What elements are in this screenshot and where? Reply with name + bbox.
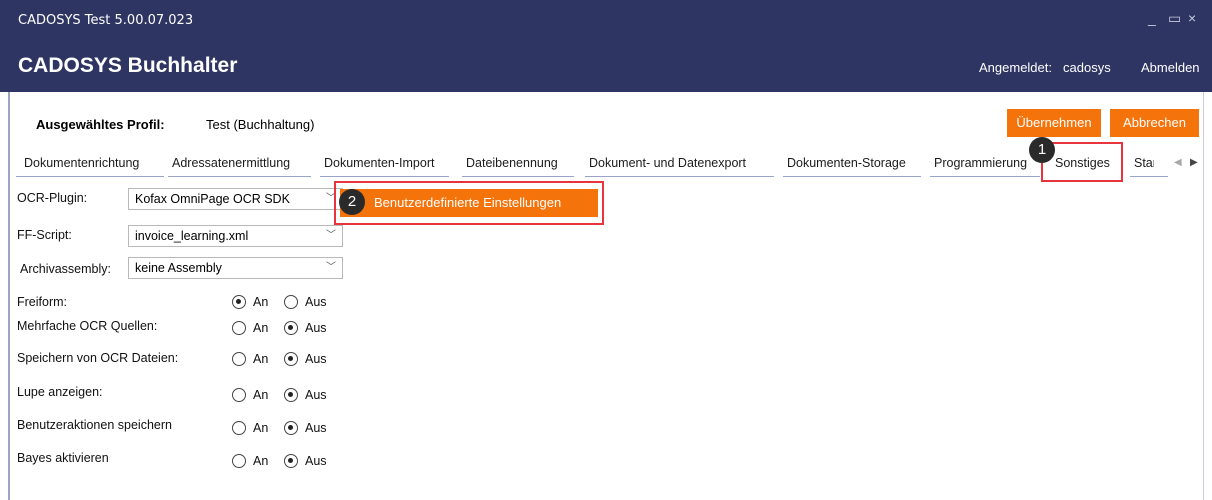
tab-underline: [462, 176, 574, 177]
radio-an[interactable]: [232, 352, 246, 366]
ff-script-label: FF-Script:: [17, 228, 72, 242]
option-label: Freiform:: [17, 295, 67, 309]
tab-adressatenermittlung[interactable]: Adressatenermittlung: [172, 156, 290, 170]
tab-programmierung[interactable]: Programmierung: [934, 156, 1027, 170]
radio-aus[interactable]: [284, 454, 298, 468]
tab-underline: [783, 176, 921, 177]
radio-aus[interactable]: [284, 388, 298, 402]
radio-aus-label: Aus: [305, 454, 327, 468]
window-titlebar: CADOSYS Test 5.00.07.023 _ ▭ ×: [0, 0, 1212, 42]
chevron-right-icon[interactable]: ▶: [1190, 157, 1198, 168]
frame-right-border: [1203, 92, 1204, 500]
custom-settings-button[interactable]: Benutzerdefinierte Einstellungen: [340, 189, 598, 217]
radio-aus-label: Aus: [305, 388, 327, 402]
tab-dateibenennung[interactable]: Dateibenennung: [466, 156, 558, 170]
option-label: Mehrfache OCR Quellen:: [17, 319, 158, 333]
tab-underline: [320, 176, 449, 177]
radio-an[interactable]: [232, 295, 246, 309]
logged-in-user: cadosys: [1063, 60, 1111, 75]
radio-aus-label: Aus: [305, 421, 327, 435]
chevron-left-icon[interactable]: ◀: [1174, 157, 1182, 168]
option-label: Bayes aktivieren: [17, 451, 109, 465]
apply-button[interactable]: Übernehmen: [1007, 109, 1101, 137]
tab-partial[interactable]: Star: [1134, 156, 1154, 170]
tab-underline: [16, 176, 164, 177]
radio-an[interactable]: [232, 421, 246, 435]
custom-settings-highlight: Benutzerdefinierte Einstellungen: [334, 181, 604, 225]
tab-underline: [168, 176, 311, 177]
profile-label: Ausgewähltes Profil:: [36, 117, 165, 132]
logged-in-label: Angemeldet:: [979, 60, 1052, 75]
radio-aus[interactable]: [284, 421, 298, 435]
radio-an-label: An: [253, 352, 269, 366]
radio-an-label: An: [253, 295, 269, 309]
chevron-down-icon: ﹀: [326, 230, 336, 241]
tab-dokumenten-import[interactable]: Dokumenten-Import: [324, 156, 434, 170]
step-badge-2: 2: [339, 189, 365, 215]
radio-aus[interactable]: [284, 321, 298, 335]
radio-aus-label: Aus: [305, 321, 327, 335]
tab-dokumenten-storage[interactable]: Dokumenten-Storage: [787, 156, 906, 170]
option-label: Speichern von OCR Dateien:: [17, 351, 179, 365]
ff-script-select[interactable]: invoice_learning.xml ﹀: [128, 225, 343, 247]
minimize-icon[interactable]: _: [1148, 10, 1156, 26]
maximize-icon[interactable]: ▭: [1168, 10, 1181, 27]
radio-aus-label: Aus: [305, 295, 327, 309]
cancel-button[interactable]: Abbrechen: [1110, 109, 1199, 137]
archive-select[interactable]: keine Assembly ﹀: [128, 257, 343, 279]
tab-underline: [1130, 176, 1168, 177]
profile-value: Test (Buchhaltung): [206, 117, 315, 132]
chevron-down-icon: ﹀: [326, 262, 336, 273]
radio-aus[interactable]: [284, 295, 298, 309]
radio-an-label: An: [253, 421, 269, 435]
radio-aus[interactable]: [284, 352, 298, 366]
ocr-plugin-select[interactable]: Kofax OmniPage OCR SDK ﹀: [128, 188, 343, 210]
frame-left-border: [8, 92, 10, 500]
tab-scroll-arrows[interactable]: ◀ ▶: [1174, 157, 1198, 168]
radio-aus-label: Aus: [305, 352, 327, 366]
close-icon[interactable]: ×: [1188, 10, 1196, 26]
tab-dokumentenrichtung[interactable]: Dokumentenrichtung: [24, 156, 139, 170]
radio-an-label: An: [253, 454, 269, 468]
logout-link[interactable]: Abmelden: [1141, 60, 1200, 75]
tab-underline: [930, 176, 1040, 177]
ocr-plugin-label: OCR-Plugin:: [17, 191, 88, 205]
radio-an-label: An: [253, 388, 269, 402]
radio-an[interactable]: [232, 454, 246, 468]
option-label: Benutzeraktionen speichern: [17, 418, 172, 432]
archive-value: keine Assembly: [135, 261, 222, 275]
radio-an-label: An: [253, 321, 269, 335]
ff-script-value: invoice_learning.xml: [135, 229, 249, 243]
radio-an[interactable]: [232, 388, 246, 402]
tab-export[interactable]: Dokument- und Datenexport: [589, 156, 746, 170]
app-title: CADOSYS Buchhalter: [18, 54, 238, 77]
tab-underline: [585, 176, 774, 177]
step-badge-1: 1: [1029, 137, 1055, 163]
ocr-plugin-value: Kofax OmniPage OCR SDK: [135, 192, 290, 206]
archive-label: Archivassembly:: [20, 262, 111, 276]
radio-an[interactable]: [232, 321, 246, 335]
app-header: CADOSYS Buchhalter Angemeldet: cadosys A…: [0, 42, 1212, 92]
custom-settings-label: Benutzerdefinierte Einstellungen: [374, 195, 562, 210]
window-title: CADOSYS Test 5.00.07.023: [18, 13, 194, 28]
option-label: Lupe anzeigen:: [17, 385, 103, 399]
